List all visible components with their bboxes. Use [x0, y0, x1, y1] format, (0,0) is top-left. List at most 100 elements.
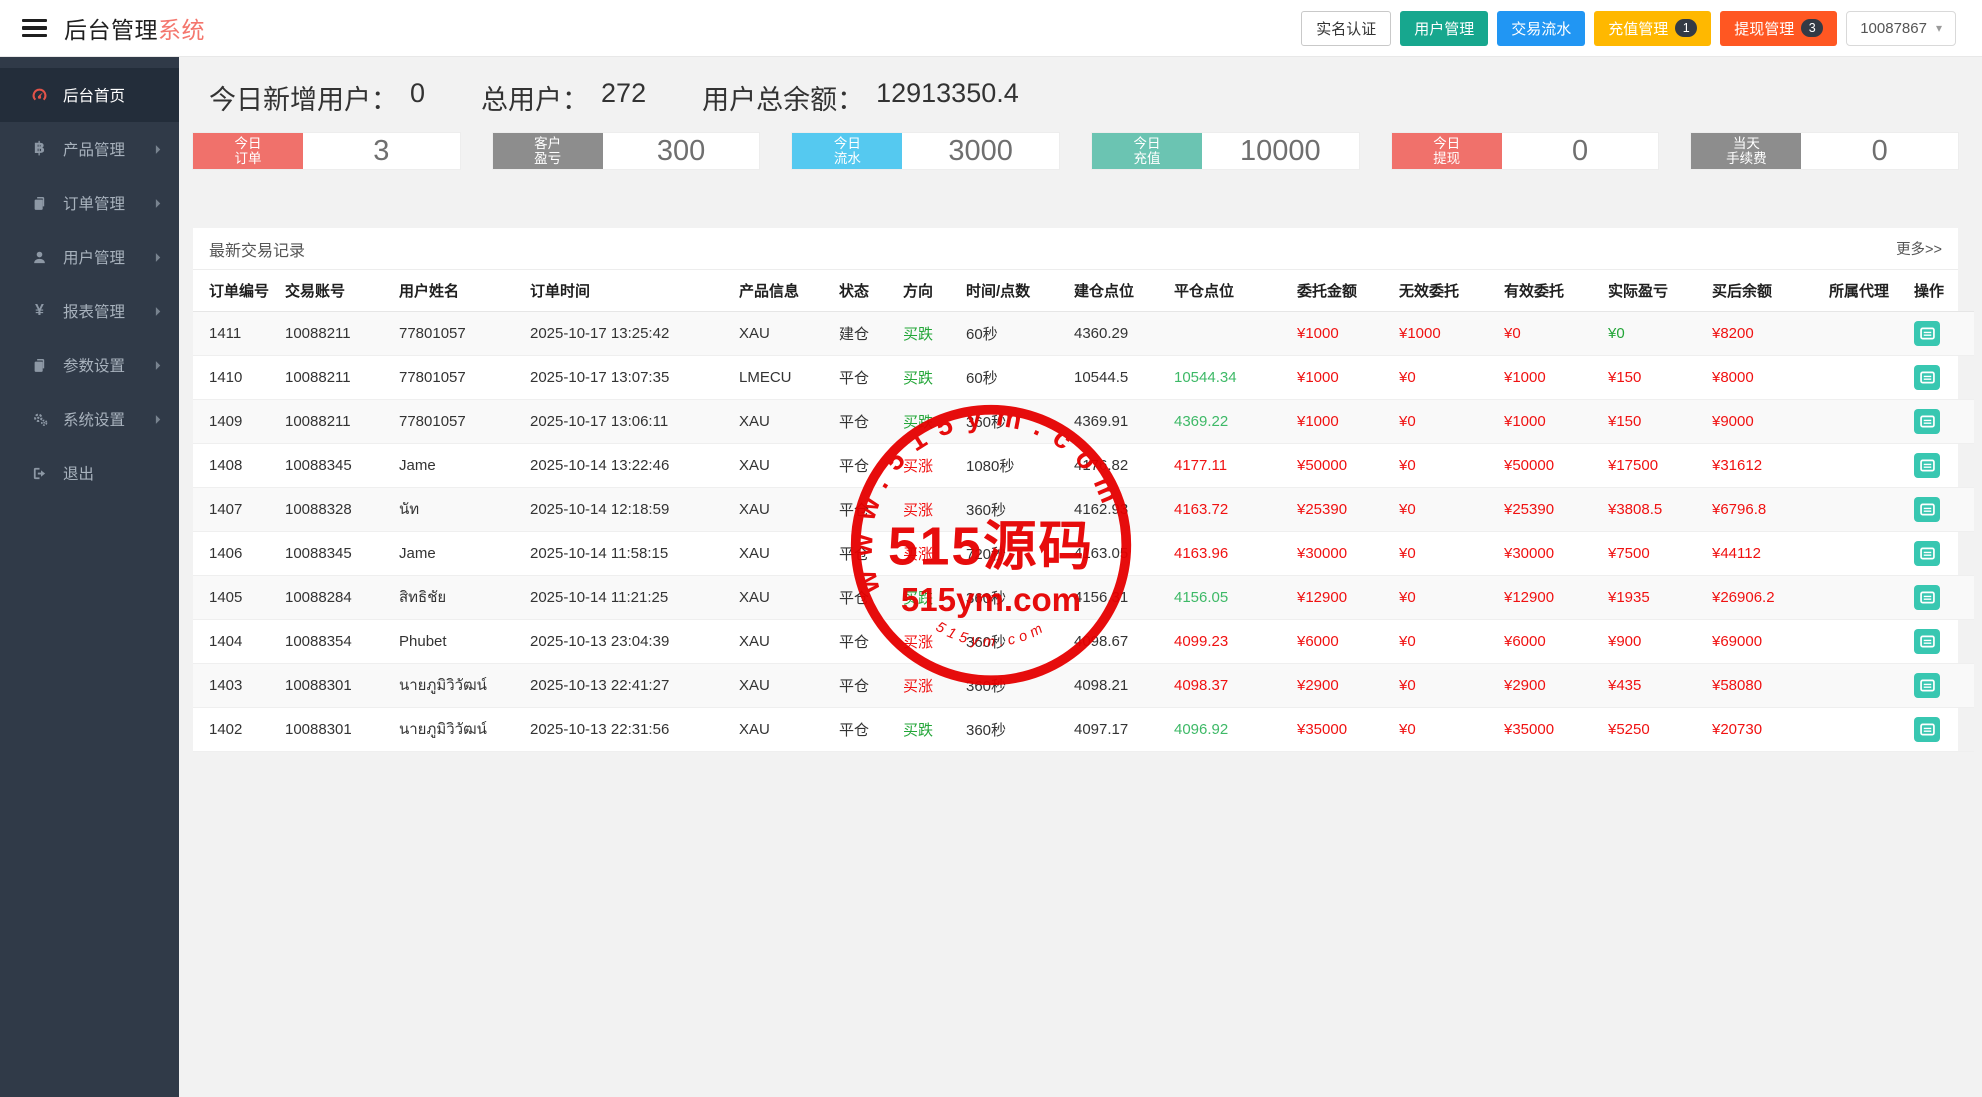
column-header-order_time: 订单时间 [530, 270, 739, 312]
cell-agent [1829, 399, 1914, 444]
order-detail-button[interactable] [1914, 628, 1940, 654]
sidebar-item-label: 报表管理 [63, 304, 126, 321]
cell-open_price: 4156.31 [1074, 575, 1174, 620]
cell-agent [1829, 707, 1914, 752]
cell-valid_entrust: ¥6000 [1504, 619, 1608, 664]
cell-open_price: 4162.93 [1074, 487, 1174, 532]
stat-box-label: 今日 提现 [1391, 133, 1502, 169]
cell-entrust_amount: ¥1000 [1297, 399, 1399, 444]
report-icon: ¥ [35, 302, 44, 319]
cell-order_time: 2025-10-14 11:21:25 [530, 575, 739, 620]
cell-duration: 1080秒 [966, 443, 1074, 488]
stat-box-value: 3000 [902, 133, 1060, 169]
stat-box-label: 今日 流水 [792, 133, 903, 169]
stat-box-label: 客户 盈亏 [492, 133, 603, 169]
cell-product: LMECU [739, 355, 839, 400]
cell-status: 建仓 [839, 311, 903, 356]
column-header-direction: 方向 [903, 270, 966, 312]
cell-order_id: 1411 [193, 311, 285, 356]
table-row: 1407 10088328 นัท 2025-10-14 12:18:59 XAU 平仓买… [193, 487, 1974, 532]
sidebar-item-users[interactable]: 用户管理 [0, 230, 179, 284]
table-row: 1405 10088284 สิทธิชัย 2025-10-14 11:21:25 X… [193, 575, 1974, 620]
cell-valid_entrust: ¥2900 [1504, 663, 1608, 708]
sidebar-item-home[interactable]: 后台首页 [0, 68, 179, 122]
sidebar-item-settings[interactable]: 系统设置 [0, 392, 179, 446]
cell-valid_entrust: ¥25390 [1504, 487, 1608, 532]
order-detail-button[interactable] [1914, 320, 1940, 346]
table-row: 1408 10088345 Jame 2025-10-14 13:22:46 XAU 平仓… [193, 443, 1974, 488]
table-row: 1409 10088211 77801057 2025-10-17 13:06:11 X… [193, 399, 1974, 444]
order-detail-button[interactable] [1914, 408, 1940, 434]
list-icon [1919, 502, 1935, 517]
header-button-realname[interactable]: 实名认证 [1301, 10, 1392, 46]
header-button-withdraw[interactable]: 提现管理 3 [1720, 10, 1838, 46]
table-row: 1404 10088354 Phubet 2025-10-13 23:04:39 XAU… [193, 619, 1974, 664]
cell-product: XAU [739, 619, 839, 664]
header-button-flow[interactable]: 交易流水 [1497, 10, 1586, 46]
stat-box-value: 300 [602, 133, 760, 169]
order-detail-button[interactable] [1914, 584, 1940, 610]
cell-duration: 60秒 [966, 355, 1074, 400]
cell-action [1914, 663, 1974, 708]
cell-close_price: 4369.22 [1174, 399, 1297, 444]
cell-username: 77801057 [399, 355, 530, 400]
cell-profit: ¥0 [1608, 311, 1712, 356]
cell-agent [1829, 531, 1914, 576]
cell-account: 10088301 [285, 663, 399, 708]
users-icon [29, 250, 50, 265]
cell-product: XAU [739, 487, 839, 532]
cell-duration: 360秒 [966, 707, 1074, 752]
cell-balance_after: ¥8200 [1712, 311, 1829, 356]
orders-icon [29, 196, 50, 211]
cell-profit: ¥150 [1608, 399, 1712, 444]
cell-close_price [1174, 311, 1297, 356]
menu-toggle-icon[interactable] [22, 15, 47, 41]
cell-close_price: 4163.72 [1174, 487, 1297, 532]
cell-invalid_entrust: ¥0 [1399, 707, 1504, 752]
cell-profit: ¥17500 [1608, 443, 1712, 488]
order-detail-button[interactable] [1914, 452, 1940, 478]
cell-direction: 买跌 [903, 707, 966, 752]
order-detail-button[interactable] [1914, 540, 1940, 566]
list-icon [1919, 634, 1935, 649]
sidebar-item-label: 产品管理 [63, 142, 126, 159]
sidebar-item-report[interactable]: ¥ 报表管理 [0, 284, 179, 338]
cell-direction: 买涨 [903, 619, 966, 664]
cell-entrust_amount: ¥1000 [1297, 311, 1399, 356]
latest-trades-card: 最新交易记录 更多>> 订单编号 交易账号 用户姓名 订单时间 产品信息 状态 方向 时间/点… [193, 228, 1974, 752]
stat-box-today-fee: 当天 手续费 0 [1691, 133, 1959, 169]
cell-profit: ¥150 [1608, 355, 1712, 400]
order-detail-button[interactable] [1914, 496, 1940, 522]
cell-valid_entrust: ¥12900 [1504, 575, 1608, 620]
stat-boxes: 今日 订单 3 客户 盈亏 300 今日 流水 3000 今日 充值 10000 今日 提现 0 当天 手续费 0 [193, 133, 1959, 169]
cell-status: 平仓 [839, 663, 903, 708]
header-button-label: 实名认证 [1316, 20, 1377, 38]
cell-direction: 买跌 [903, 311, 966, 356]
header-button-users[interactable]: 用户管理 [1400, 10, 1489, 46]
sidebar-item-params[interactable]: 参数设置 [0, 338, 179, 392]
cell-order_id: 1405 [193, 575, 285, 620]
sidebar-item-logout[interactable]: 退出 [0, 446, 179, 500]
top-header: 后台管理系统 实名认证 用户管理 交易流水 充值管理 1 提现管理 3 10087867 ▾ [0, 0, 1982, 57]
cell-account: 10088211 [285, 399, 399, 444]
notification-badge: 1 [1675, 19, 1698, 37]
order-detail-button[interactable] [1914, 672, 1940, 698]
chevron-right-icon [155, 414, 162, 425]
cell-direction: 买跌 [903, 575, 966, 620]
column-header-order_id: 订单编号 [193, 270, 285, 312]
header-button-recharge[interactable]: 充值管理 1 [1594, 10, 1712, 46]
sidebar-item-product[interactable]: ฿ 产品管理 [0, 122, 179, 176]
cell-order_time: 2025-10-14 11:58:15 [530, 531, 739, 576]
cell-invalid_entrust: ¥0 [1399, 487, 1504, 532]
summary-value: 272 [601, 78, 647, 108]
cell-product: XAU [739, 443, 839, 488]
order-detail-button[interactable] [1914, 364, 1940, 390]
cell-username: สิทธิชัย [399, 575, 530, 620]
sidebar-item-orders[interactable]: 订单管理 [0, 176, 179, 230]
more-link[interactable]: 更多>> [1896, 238, 1942, 259]
cell-action [1914, 707, 1974, 752]
cell-agent [1829, 619, 1914, 664]
cell-order_time: 2025-10-17 13:06:11 [530, 399, 739, 444]
order-detail-button[interactable] [1914, 716, 1940, 742]
account-dropdown[interactable]: 10087867 ▾ [1846, 10, 1956, 46]
